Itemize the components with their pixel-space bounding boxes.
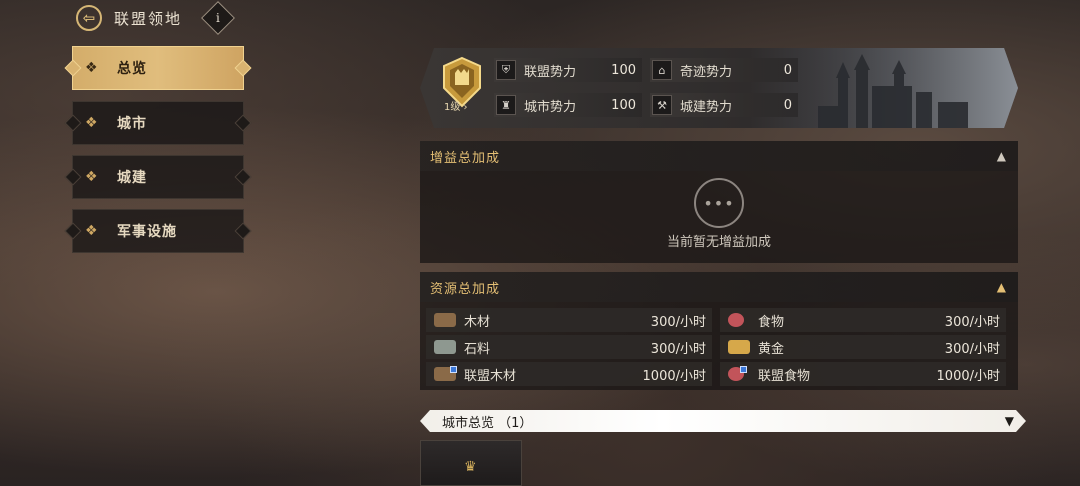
resource-row-alliance-wood: 联盟木材 1000/小时 (426, 362, 712, 386)
page-header: ⇦ 联盟领地 i (76, 1, 235, 35)
empty-state-text: 当前暂无增益加成 (666, 235, 771, 250)
diamond-icon: ❖ (85, 115, 98, 131)
diamond-icon: ❖ (85, 169, 98, 185)
sidebar-item-cities[interactable]: ❖ 城市 (72, 101, 244, 145)
sidebar-item-label: 军事设施 (117, 224, 177, 240)
sidebar-item-construction[interactable]: ❖ 城建 (72, 155, 244, 199)
resource-row-stone: 石料 300/小时 (426, 335, 712, 359)
city-overview-label: 城市总览 （1） (442, 415, 533, 431)
resource-row-alliance-food: 联盟食物 1000/小时 (720, 362, 1006, 386)
level-label[interactable]: 1级 › (444, 98, 468, 113)
back-arrow-icon[interactable]: ⇦ (76, 5, 102, 31)
city-card[interactable]: ♛ (420, 440, 522, 486)
city-overview-dropdown[interactable]: 城市总览 （1） ▼ (420, 410, 1026, 432)
meat-icon (728, 313, 744, 327)
resource-row-gold: 黄金 300/小时 (720, 335, 1006, 359)
stat-alliance-power: ⛨ 联盟势力 100 (494, 58, 642, 82)
stat-city-power: ♜ 城市势力 100 (494, 93, 642, 117)
shield-icon: ⛨ (496, 60, 516, 80)
sidebar-item-label: 城建 (117, 170, 147, 186)
city-icon: ♜ (496, 95, 516, 115)
stat-wonder-power: ⌂ 奇迹势力 0 (650, 58, 798, 82)
diamond-icon: ❖ (85, 60, 98, 76)
empty-ellipsis-icon: ••• (694, 178, 744, 228)
sidebar-item-military[interactable]: ❖ 军事设施 (72, 209, 244, 253)
resource-bonus-panel: 资源总加成 ▲ 木材 300/小时 食物 300/小时 石料 300/小时 黄金… (420, 272, 1018, 390)
page-title: 联盟领地 (114, 9, 183, 28)
stone-icon (434, 340, 456, 354)
castle-image (798, 48, 1018, 128)
buff-bonus-panel: 增益总加成 ▲ ••• 当前暂无增益加成 (420, 141, 1018, 263)
crown-icon: ♛ (464, 459, 477, 475)
sidebar-item-label: 城市 (117, 116, 147, 132)
diamond-icon: ❖ (85, 223, 98, 239)
sidebar-item-overview[interactable]: ❖ 总览 (72, 46, 244, 90)
hammer-icon: ⚒ (652, 95, 672, 115)
chevron-down-icon[interactable]: ▼ (1005, 414, 1014, 428)
resource-row-food: 食物 300/小时 (720, 308, 1006, 332)
panel-header[interactable]: 资源总加成 (420, 272, 1018, 302)
stat-construction-power: ⚒ 城建势力 0 (650, 93, 798, 117)
alliance-tag-icon (450, 366, 457, 373)
resource-row-wood: 木材 300/小时 (426, 308, 712, 332)
wood-icon (434, 313, 456, 327)
gold-bar-icon (728, 340, 750, 354)
panel-header[interactable]: 增益总加成 (420, 141, 1018, 171)
info-icon[interactable]: i (201, 1, 235, 35)
chevron-up-icon[interactable]: ▲ (997, 149, 1006, 163)
chevron-up-icon[interactable]: ▲ (997, 280, 1006, 294)
sidebar-item-label: 总览 (117, 61, 147, 77)
temple-icon: ⌂ (652, 60, 672, 80)
alliance-tag-icon (740, 366, 747, 373)
